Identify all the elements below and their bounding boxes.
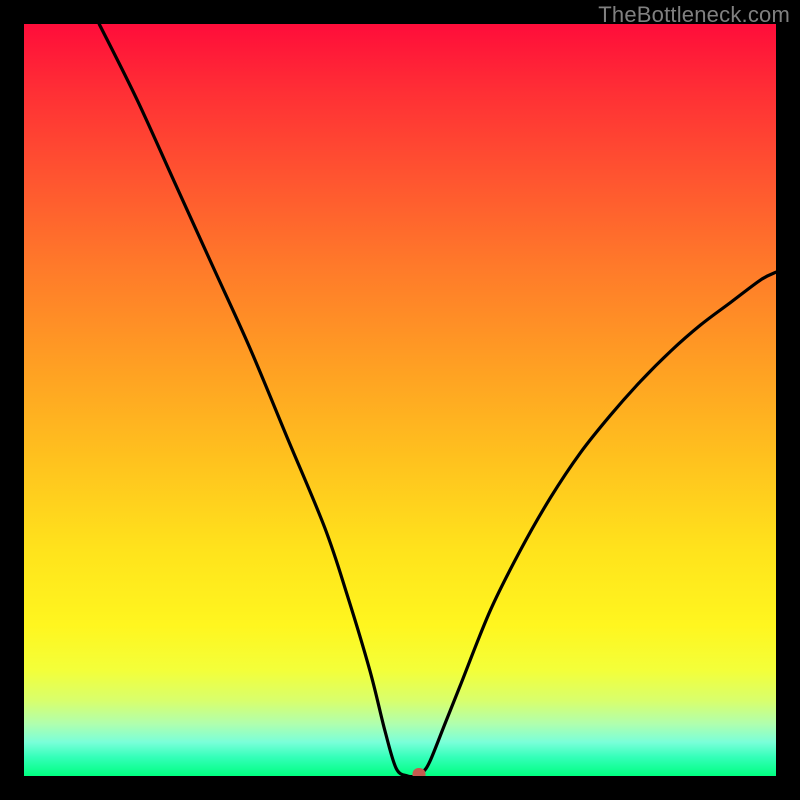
marker-dot [412,768,425,776]
chart-frame: TheBottleneck.com [0,0,800,800]
plot-area [24,24,776,776]
watermark-text: TheBottleneck.com [598,2,790,28]
line-curve [24,24,776,776]
